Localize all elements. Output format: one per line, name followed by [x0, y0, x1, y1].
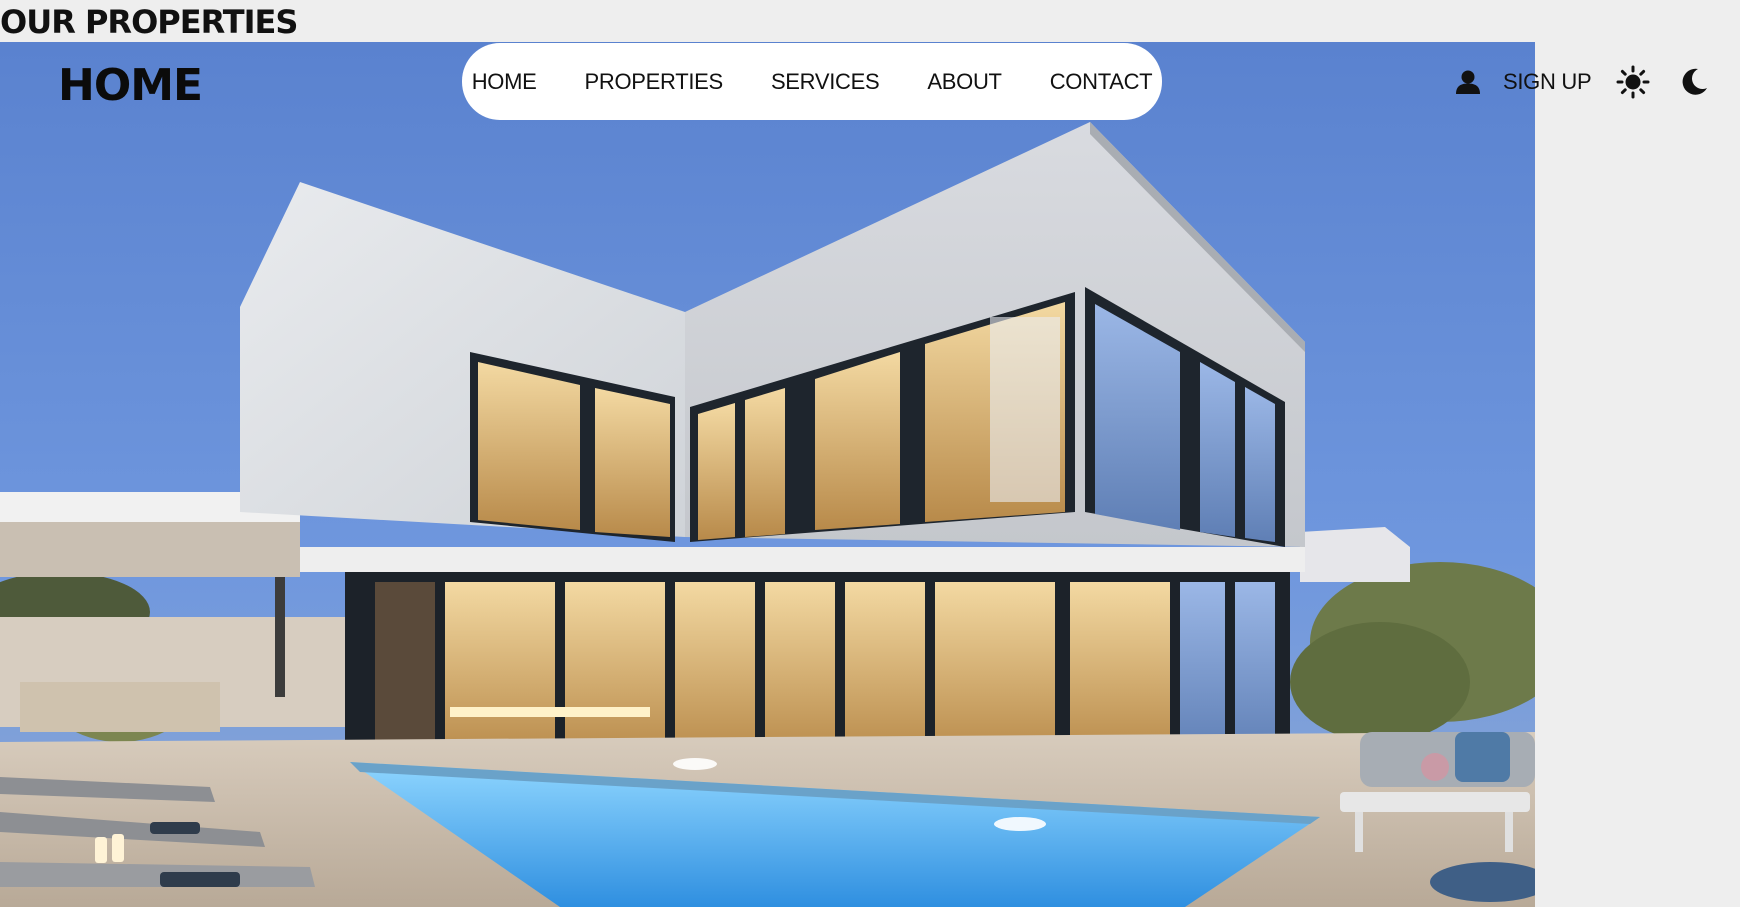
modern-house-illustration [0, 42, 1535, 907]
signup-link[interactable]: SIGN UP [1503, 69, 1592, 95]
sun-icon[interactable] [1616, 65, 1650, 99]
nav-item-contact[interactable]: CONTACT [1050, 69, 1153, 95]
user-icon[interactable] [1455, 69, 1481, 95]
hero-image [0, 42, 1535, 907]
nav-item-home[interactable]: HOME [472, 69, 537, 95]
nav-item-properties[interactable]: PROPERTIES [585, 69, 724, 95]
page: OUR PROPERTIES HOME HOME PROPERTIES SERV… [0, 0, 1740, 907]
nav-item-about[interactable]: ABOUT [927, 69, 1002, 95]
main-nav: HOME PROPERTIES SERVICES ABOUT CONTACT [462, 43, 1162, 120]
header-tools: SIGN UP [1455, 62, 1709, 102]
page-title: OUR PROPERTIES [0, 3, 298, 41]
moon-icon[interactable] [1679, 67, 1709, 97]
site-logo[interactable]: HOME [58, 58, 203, 114]
nav-item-services[interactable]: SERVICES [771, 69, 880, 95]
